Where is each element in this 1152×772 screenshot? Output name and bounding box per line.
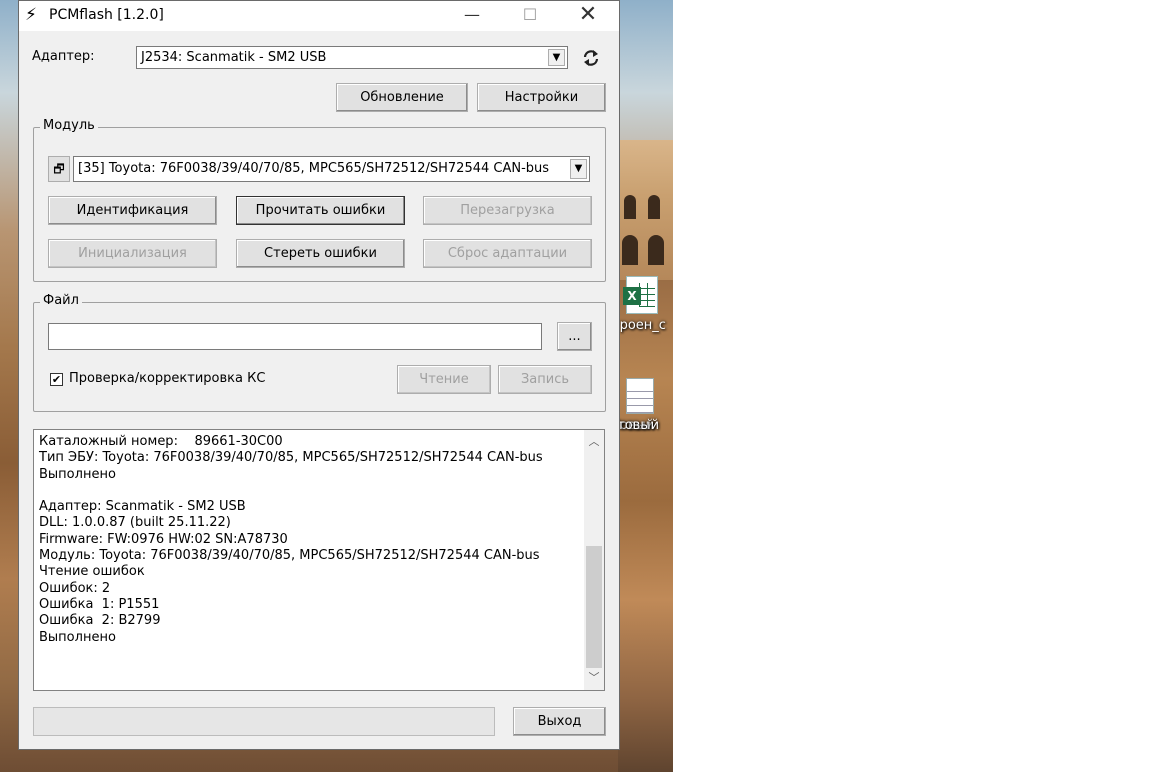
- adapter-select[interactable]: J2534: Scanmatik - SM2 USB ▼: [136, 46, 568, 69]
- background-building: [618, 140, 673, 280]
- log-line: DLL: 1.0.0.87 (built 25.11.22): [39, 515, 231, 531]
- chevron-up-icon[interactable]: ︿: [584, 432, 604, 452]
- refresh-icon[interactable]: [582, 49, 600, 67]
- settings-button[interactable]: Настройки: [477, 83, 606, 112]
- module-select[interactable]: [35] Toyota: 76F0038/39/40/70/85, MPC565…: [73, 156, 590, 182]
- file-group-title: Файл: [40, 293, 82, 308]
- checksum-label: Проверка/корректировка КС: [69, 371, 266, 386]
- read-errors-button[interactable]: Прочитать ошибки: [236, 196, 405, 225]
- adapter-select-value: J2534: Scanmatik - SM2 USB: [141, 50, 327, 65]
- excel-file-icon: X: [623, 276, 658, 314]
- scrollbar-thumb[interactable]: [586, 546, 602, 668]
- update-button[interactable]: Обновление: [336, 83, 468, 112]
- identify-button[interactable]: Идентификация: [48, 196, 217, 225]
- chevron-down-icon[interactable]: ▼: [570, 159, 587, 179]
- window-detach-icon[interactable]: 🗗: [48, 156, 70, 182]
- chevron-down-icon[interactable]: ▼: [548, 49, 565, 66]
- status-progress-bar: [33, 707, 495, 736]
- reboot-button[interactable]: Перезагрузка: [423, 196, 592, 225]
- close-button[interactable]: ✕: [565, 1, 611, 31]
- read-file-button[interactable]: Чтение: [397, 365, 491, 394]
- log-line: Тип ЭБУ: Toyota: 76F0038/39/40/70/85, MP…: [39, 450, 543, 466]
- module-group: Модуль 🗗 [35] Toyota: 76F0038/39/40/70/8…: [33, 118, 606, 282]
- log-line: Адаптер: Scanmatik - SM2 USB: [39, 499, 246, 515]
- log-line: Выполнено: [39, 629, 116, 645]
- desktop-icon-excel-file[interactable]: X троен_с: [612, 276, 672, 333]
- file-group: Файл ... ✔ Проверка/корректировка КС Чте…: [33, 293, 606, 412]
- file-path-input[interactable]: [48, 323, 542, 350]
- log-line: Firmware: FW:0976 HW:02 SN:A78730: [39, 531, 288, 547]
- init-button[interactable]: Инициализация: [48, 239, 217, 268]
- log-line: Выполнено: [39, 466, 116, 482]
- write-file-button[interactable]: Запись: [498, 365, 592, 394]
- log-line: Ошибка 2: B2799: [39, 613, 161, 629]
- chevron-down-icon[interactable]: ﹀: [584, 668, 604, 688]
- text-file-icon: [626, 378, 654, 414]
- clear-errors-button[interactable]: Стереть ошибки: [236, 239, 405, 268]
- log-line: Модуль: Toyota: 76F0038/39/40/70/85, MPC…: [39, 548, 540, 564]
- reset-adaptation-button[interactable]: Сброс адаптации: [423, 239, 592, 268]
- log-line: Ошибка 1: P1551: [39, 596, 160, 612]
- browse-button[interactable]: ...: [557, 322, 592, 351]
- desktop-icon-label: троен_с: [612, 318, 666, 333]
- checksum-checkbox[interactable]: ✔: [50, 373, 63, 386]
- title-bar[interactable]: ⚡ PCMflash [1.2.0] — ☐ ✕: [19, 1, 619, 31]
- log-textbox[interactable]: Каталожный номер: 89661-30C00 Тип ЭБУ: To…: [33, 429, 605, 691]
- log-scrollbar[interactable]: ︿ ﹀: [584, 430, 604, 690]
- log-line: Каталожный номер: 89661-30C00: [39, 434, 283, 449]
- pcmflash-window: ⚡ PCMflash [1.2.0] — ☐ ✕ Адаптер: J2534:…: [18, 0, 620, 750]
- log-line: Ошибок: 2: [39, 580, 111, 596]
- module-group-title: Модуль: [40, 118, 98, 133]
- module-select-value: [35] Toyota: 76F0038/39/40/70/85, MPC565…: [78, 161, 550, 176]
- minimize-button[interactable]: —: [449, 1, 495, 31]
- log-text: Каталожный номер: 89661-30C00 Тип ЭБУ: To…: [39, 434, 579, 646]
- adapter-label: Адаптер:: [32, 49, 95, 64]
- exit-button[interactable]: Выход: [513, 707, 606, 736]
- background-cliff: [618, 280, 673, 772]
- lightning-icon: ⚡: [25, 5, 37, 25]
- window-title: PCMflash [1.2.0]: [49, 7, 164, 23]
- maximize-button[interactable]: ☐: [507, 1, 553, 31]
- log-line: Чтение ошибок: [39, 564, 145, 580]
